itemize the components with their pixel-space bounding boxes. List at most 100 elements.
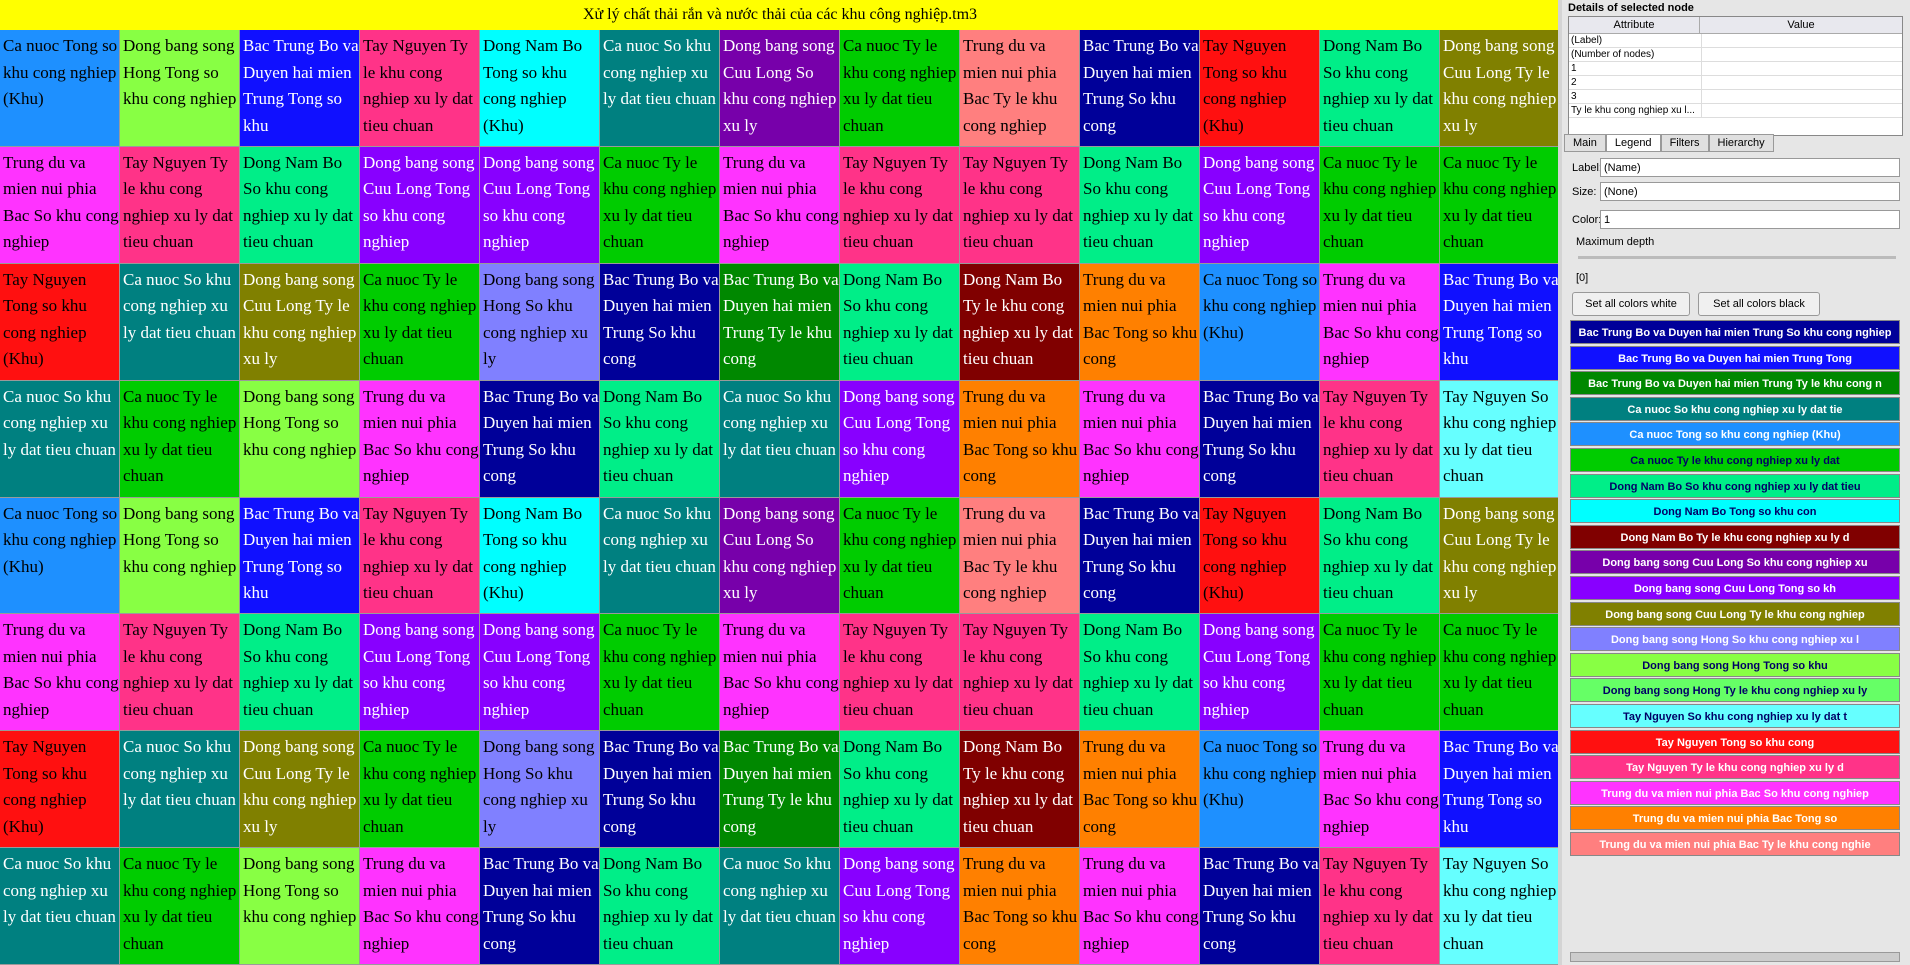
treemap-tile[interactable]: Ca nuoc Ty le khu cong nghiep xu ly dat … (120, 848, 240, 965)
treemap-tile[interactable]: Dong bang song Cuu Long Ty le khu cong n… (240, 731, 360, 849)
treemap-tile[interactable]: Trung du va mien nui phia Bac So khu con… (1320, 263, 1440, 381)
treemap-tile[interactable]: Tay Nguyen Ty le khu cong nghiep xu ly d… (840, 614, 960, 732)
treemap-tile[interactable]: Ca nuoc Tong so khu cong nghiep (Khu) (0, 497, 120, 615)
details-row[interactable]: (Label) (1569, 34, 1902, 48)
treemap-tile[interactable]: Dong bang song Cuu Long Tong so khu cong… (840, 848, 960, 965)
treemap-tile[interactable]: Ca nuoc Ty le khu cong nghiep xu ly dat … (840, 497, 960, 615)
legend-size-field[interactable]: (None) (1600, 182, 1900, 201)
treemap-tile[interactable]: Dong bang song Cuu Long Ty le khu cong n… (1440, 30, 1560, 147)
treemap-tile[interactable]: Bac Trung Bo va Duyen hai mien Trung Ton… (1440, 263, 1560, 381)
treemap-tile[interactable]: Tay Nguyen Ty le khu cong nghiep xu ly d… (120, 146, 240, 264)
treemap-tile[interactable]: Dong Nam Bo Tong so khu cong nghiep (Khu… (480, 497, 600, 615)
treemap-tile[interactable]: Dong bang song Cuu Long Tong so khu cong… (840, 380, 960, 498)
treemap-tile[interactable]: Trung du va mien nui phia Bac So khu con… (1080, 380, 1200, 498)
treemap-tile[interactable]: Ca nuoc Ty le khu cong nghiep xu ly dat … (600, 146, 720, 264)
treemap-tile[interactable]: Dong Nam Bo So khu cong nghiep xu ly dat… (600, 848, 720, 965)
treemap-tile[interactable]: Tay Nguyen Tong so khu cong nghiep (Khu) (0, 731, 120, 849)
treemap-tile[interactable]: Bac Trung Bo va Duyen hai mien Trung So … (1200, 848, 1320, 965)
treemap-tile[interactable]: Tay Nguyen Ty le khu cong nghiep xu ly d… (1320, 380, 1440, 498)
legend-entry[interactable]: Ca nuoc Tong so khu cong nghiep (Khu) (1570, 422, 1900, 447)
treemap-tile[interactable]: Dong bang song Cuu Long Tong so khu cong… (1200, 614, 1320, 732)
legend-entry[interactable]: Dong bang song Hong Ty le khu cong nghie… (1570, 678, 1900, 703)
set-colors-black-button[interactable]: Set all colors black (1698, 292, 1820, 316)
treemap-tile[interactable]: Dong Nam Bo Ty le khu cong nghiep xu ly … (960, 263, 1080, 381)
legend-entry[interactable]: Tay Nguyen Ty le khu cong nghiep xu ly d (1570, 755, 1900, 780)
treemap-tile[interactable]: Dong bang song Cuu Long Tong so khu cong… (360, 614, 480, 732)
legend-entry[interactable]: Tay Nguyen Tong so khu cong (1570, 729, 1900, 754)
treemap-tile[interactable]: Bac Trung Bo va Duyen hai mien Trung So … (480, 848, 600, 965)
treemap-area[interactable]: Xử lý chất thải rắn và nước thải của các… (0, 0, 1560, 965)
tab-legend[interactable]: Legend (1605, 134, 1661, 152)
treemap-tile[interactable]: Dong bang song Cuu Long So khu cong nghi… (720, 30, 840, 147)
treemap-tile[interactable]: Dong bang song Cuu Long Tong so khu cong… (360, 146, 480, 264)
treemap-tile[interactable]: Ca nuoc Tong so khu cong nghiep (Khu) (1200, 263, 1320, 381)
set-colors-white-button[interactable]: Set all colors white (1572, 292, 1690, 316)
col-value[interactable]: Value (1700, 17, 1902, 33)
treemap-tile[interactable]: Dong bang song Hong Tong so khu cong ngh… (240, 380, 360, 498)
treemap-tile[interactable]: Tay Nguyen Ty le khu cong nghiep xu ly d… (360, 30, 480, 147)
treemap-tile[interactable]: Ca nuoc Ty le khu cong nghiep xu ly dat … (1440, 614, 1560, 732)
treemap-tile[interactable]: Dong Nam Bo So khu cong nghiep xu ly dat… (1320, 30, 1440, 147)
tab-main[interactable]: Main (1564, 134, 1606, 152)
treemap-tile[interactable]: Tay Nguyen Ty le khu cong nghiep xu ly d… (960, 146, 1080, 264)
details-row[interactable]: 1 (1569, 62, 1902, 76)
treemap-tile[interactable]: Trung du va mien nui phia Bac So khu con… (0, 146, 120, 264)
treemap-tile[interactable]: Dong bang song Cuu Long So khu cong nghi… (720, 497, 840, 615)
treemap-tile[interactable]: Bac Trung Bo va Duyen hai mien Trung Ty … (720, 731, 840, 849)
treemap-tile[interactable]: Dong bang song Cuu Long Ty le khu cong n… (240, 263, 360, 381)
legend-color-field[interactable]: 1 (1600, 210, 1900, 229)
treemap-tile[interactable]: Trung du va mien nui phia Bac So khu con… (360, 380, 480, 498)
treemap-tile[interactable]: Tay Nguyen Ty le khu cong nghiep xu ly d… (1320, 848, 1440, 965)
treemap-tile[interactable]: Ca nuoc So khu cong nghiep xu ly dat tie… (120, 263, 240, 381)
details-row[interactable]: Ty le khu cong nghiep xu l... (1569, 104, 1902, 118)
treemap-tile[interactable]: Bac Trung Bo va Duyen hai mien Trung Ton… (240, 30, 360, 147)
treemap-tile[interactable]: Dong bang song Cuu Long Tong so khu cong… (1200, 146, 1320, 264)
treemap-tile[interactable]: Ca nuoc Ty le khu cong nghiep xu ly dat … (600, 614, 720, 732)
treemap-tile[interactable]: Ca nuoc So khu cong nghiep xu ly dat tie… (720, 380, 840, 498)
legend-entry[interactable]: Ca nuoc Ty le khu cong nghiep xu ly dat (1570, 448, 1900, 472)
treemap-tile[interactable]: Trung du va mien nui phia Bac Tong so kh… (1080, 263, 1200, 381)
treemap-tile[interactable]: Trung du va mien nui phia Bac So khu con… (0, 614, 120, 732)
treemap-tile[interactable]: Trung du va mien nui phia Bac Ty le khu … (960, 30, 1080, 147)
treemap-tile[interactable]: Dong Nam Bo So khu cong nghiep xu ly dat… (1080, 614, 1200, 732)
treemap-tile[interactable]: Trung du va mien nui phia Bac Ty le khu … (960, 497, 1080, 615)
treemap-tile[interactable]: Dong Nam Bo So khu cong nghiep xu ly dat… (1080, 146, 1200, 264)
legend-entry[interactable]: Dong bang song Cuu Long So khu cong nghi… (1570, 550, 1900, 575)
legend-scrollbar[interactable] (1570, 952, 1900, 962)
treemap-tile[interactable]: Tay Nguyen Tong so khu cong nghiep (Khu) (0, 263, 120, 381)
treemap-tile[interactable]: Ca nuoc Ty le khu cong nghiep xu ly dat … (360, 731, 480, 849)
details-row[interactable]: 2 (1569, 76, 1902, 90)
treemap-tile[interactable]: Tay Nguyen Tong so khu cong nghiep (Khu) (1200, 30, 1320, 147)
legend-entry[interactable]: Bac Trung Bo va Duyen hai mien Trung So … (1570, 320, 1900, 344)
treemap-tile[interactable]: Trung du va mien nui phia Bac So khu con… (1080, 848, 1200, 965)
treemap-tile[interactable]: Dong Nam Bo Tong so khu cong nghiep (Khu… (480, 30, 600, 147)
treemap-tile[interactable]: Dong bang song Cuu Long Tong so khu cong… (480, 614, 600, 732)
details-row[interactable]: (Number of nodes) (1569, 48, 1902, 62)
treemap-tile[interactable]: Ca nuoc So khu cong nghiep xu ly dat tie… (720, 848, 840, 965)
treemap-tile[interactable]: Tay Nguyen So khu cong nghiep xu ly dat … (1440, 848, 1560, 965)
legend-entry[interactable]: Dong bang song Cuu Long Tong so kh (1570, 576, 1900, 600)
legend-entry[interactable]: Dong bang song Hong Tong so khu (1570, 652, 1900, 677)
treemap-tile[interactable]: Dong bang song Cuu Long Ty le khu cong n… (1440, 497, 1560, 615)
legend-entry[interactable]: Dong bang song Hong So khu cong nghiep x… (1570, 627, 1900, 652)
treemap-tile[interactable]: Dong bang song Hong Tong so khu cong ngh… (120, 30, 240, 147)
legend-entry[interactable]: Bac Trung Bo va Duyen hai mien Trung Ty … (1570, 371, 1900, 396)
treemap-tile[interactable]: Dong Nam Bo So khu cong nghiep xu ly dat… (600, 380, 720, 498)
treemap-tile[interactable]: Dong Nam Bo So khu cong nghiep xu ly dat… (240, 146, 360, 264)
treemap-tile[interactable]: Dong bang song Hong So khu cong nghiep x… (480, 263, 600, 381)
treemap-tile[interactable]: Trung du va mien nui phia Bac So khu con… (720, 614, 840, 732)
treemap-tile[interactable]: Bac Trung Bo va Duyen hai mien Trung So … (1080, 30, 1200, 147)
details-table[interactable]: Attribute Value (Label) (Number of nodes)… (1568, 16, 1903, 136)
treemap-tile[interactable]: Dong bang song Hong So khu cong nghiep x… (480, 731, 600, 849)
treemap-tile[interactable]: Ca nuoc So khu cong nghiep xu ly dat tie… (0, 380, 120, 498)
treemap-tile[interactable]: Trung du va mien nui phia Bac Tong so kh… (960, 380, 1080, 498)
legend-entry[interactable]: Trung du va mien nui phia Bac Tong so (1570, 806, 1900, 831)
treemap-tile[interactable]: Trung du va mien nui phia Bac Tong so kh… (1080, 731, 1200, 849)
treemap-tile[interactable]: Tay Nguyen Ty le khu cong nghiep xu ly d… (360, 497, 480, 615)
treemap-tile[interactable]: Bac Trung Bo va Duyen hai mien Trung Ton… (240, 497, 360, 615)
treemap-tile[interactable]: Ca nuoc Ty le khu cong nghiep xu ly dat … (120, 380, 240, 498)
treemap-tile[interactable]: Ca nuoc So khu cong nghiep xu ly dat tie… (120, 731, 240, 849)
legend-entry[interactable]: Dong Nam Bo Tong so khu con (1570, 499, 1900, 524)
tab-hierarchy[interactable]: Hierarchy (1708, 134, 1774, 152)
treemap-tile[interactable]: Dong Nam Bo Ty le khu cong nghiep xu ly … (960, 731, 1080, 849)
